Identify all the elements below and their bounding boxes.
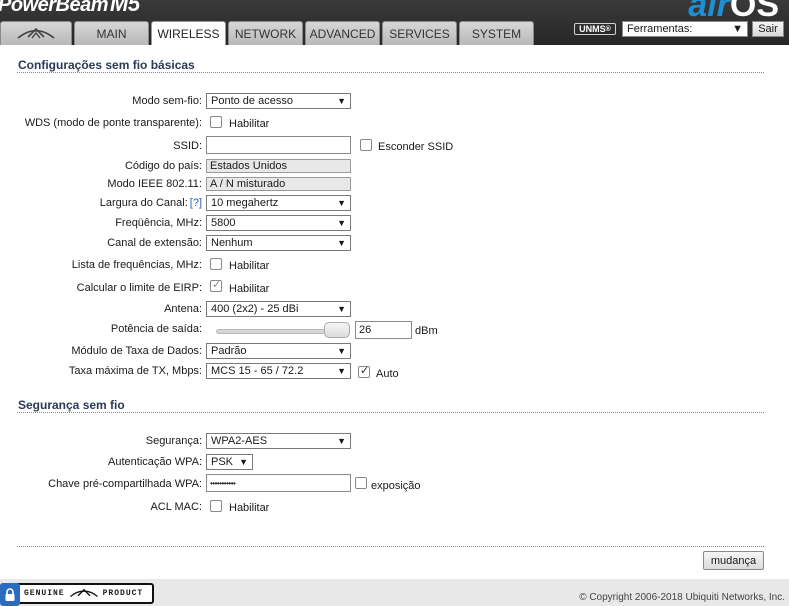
frequency-value: 5800 — [211, 217, 236, 229]
extension-channel-select[interactable]: Nenhum ▼ — [206, 235, 351, 251]
max-tx-rate-select[interactable]: MCS 15 - 65 / 72.2 ▼ — [206, 363, 351, 379]
channel-width-help-link[interactable]: [?] — [190, 197, 202, 209]
change-button[interactable]: mudança — [703, 551, 764, 570]
lock-icon — [0, 583, 20, 606]
copyright: © Copyright 2006-2018 Ubiquiti Networks,… — [579, 592, 785, 603]
logout-button[interactable]: Sair — [752, 21, 784, 37]
ssid-label: SSID: — [173, 140, 202, 152]
security-value: WPA2-AES — [211, 435, 268, 447]
section-divider — [17, 412, 764, 413]
antenna-value: 400 (2x2) - 25 dBi — [211, 303, 299, 315]
top-bar: PowerBeamM5 airOS MAIN WIRELESS NETWORK … — [0, 0, 789, 46]
max-tx-auto-checkbox[interactable] — [358, 364, 370, 378]
max-tx-auto-label: Auto — [376, 368, 399, 380]
product-brand: PowerBeamM5 — [0, 0, 140, 17]
chevron-down-icon: ▼ — [337, 304, 346, 314]
wireless-mode-select[interactable]: Ponto de acesso ▼ — [206, 93, 351, 109]
wpa-auth-select[interactable]: PSK ▼ — [206, 454, 253, 470]
actions-divider — [17, 546, 764, 547]
wpa-auth-value: PSK — [211, 456, 234, 468]
brand-name: PowerBeam — [0, 0, 109, 16]
psk-input[interactable]: ••••••••••• — [206, 474, 351, 492]
antenna-label: Antena: — [164, 303, 202, 315]
hide-ssid-label: Esconder SSID — [378, 141, 454, 153]
section-title-security: Segurança sem fio — [18, 398, 125, 412]
tab-network[interactable]: NETWORK — [228, 21, 303, 45]
wds-label: WDS (modo de ponte transparente): — [24, 117, 202, 129]
output-power-unit: dBm — [415, 325, 438, 337]
hide-ssid-checkbox[interactable] — [360, 139, 372, 151]
channel-width-label: Largura do Canal: [?] — [100, 197, 202, 209]
security-label: Segurança: — [145, 435, 202, 447]
wds-checkbox[interactable] — [210, 116, 222, 128]
chevron-down-icon: ▼ — [337, 198, 346, 208]
frequency-list-checkbox[interactable] — [210, 258, 222, 270]
data-rate-module-label: Módulo de Taxa de Dados: — [71, 345, 202, 357]
psk-show-label: exposição — [371, 480, 421, 492]
security-select[interactable]: WPA2-AES ▼ — [206, 433, 351, 449]
tab-wireless[interactable]: WIRELESS — [151, 21, 226, 46]
tab-advanced[interactable]: ADVANCED — [305, 21, 380, 45]
country-label: Código do país: — [124, 160, 202, 172]
tab-system[interactable]: SYSTEM — [459, 21, 534, 45]
mac-acl-checkbox-label: Habilitar — [229, 502, 270, 514]
output-power-slider-handle[interactable] — [324, 322, 350, 338]
genuine-product-badge: GENUINE PRODUCT — [0, 583, 154, 606]
chevron-down-icon: ▼ — [337, 96, 346, 106]
genuine-text: GENUINE — [24, 589, 65, 598]
wds-checkbox-label: Habilitar — [229, 118, 270, 130]
chevron-down-icon: ▼ — [337, 238, 346, 248]
output-power-label: Potência de saída: — [110, 323, 202, 335]
ubiquiti-logo-icon — [17, 27, 55, 39]
max-tx-rate-value: MCS 15 - 65 / 72.2 — [211, 365, 304, 377]
tab-services[interactable]: SERVICES — [382, 21, 457, 45]
mac-acl-label: ACL MAC: — [150, 501, 202, 513]
wpa-auth-label: Autenticação WPA: — [108, 456, 202, 468]
eirp-limit-checkbox[interactable] — [210, 278, 222, 292]
ubiquiti-logo-icon — [69, 589, 98, 598]
country-field: Estados Unidos — [206, 159, 351, 173]
brand-suffix: M5 — [110, 0, 140, 16]
chevron-down-icon: ▼ — [337, 436, 346, 446]
data-rate-module-select[interactable]: Padrão ▼ — [206, 343, 351, 359]
chevron-down-icon: ▼ — [337, 218, 346, 228]
chevron-down-icon: ▼ — [337, 366, 346, 376]
extension-channel-value: Nenhum — [211, 237, 253, 249]
ieee-mode-label: Modo IEEE 802.11: — [107, 178, 202, 190]
frequency-list-label: Lista de frequências, MHz: — [71, 259, 202, 271]
mac-acl-checkbox[interactable] — [210, 500, 222, 512]
unms-badge-label: UNMS — [579, 24, 606, 34]
eirp-limit-checkbox-label: Habilitar — [229, 283, 270, 295]
chevron-down-icon: ▼ — [732, 23, 743, 35]
product-text: PRODUCT — [102, 589, 144, 598]
section-divider — [17, 72, 764, 73]
frequency-label: Freqüência, MHz: — [115, 217, 202, 229]
output-power-input[interactable]: 26 — [355, 321, 412, 339]
tab-ubiquiti-logo[interactable] — [0, 21, 72, 45]
channel-width-value: 10 megahertz — [211, 197, 279, 209]
wireless-mode-label: Modo sem-fio: — [132, 95, 202, 107]
antenna-select[interactable]: 400 (2x2) - 25 dBi ▼ — [206, 301, 351, 317]
eirp-limit-label: Calcular o limite de EIRP: — [76, 282, 202, 294]
frequency-list-checkbox-label: Habilitar — [229, 260, 270, 272]
channel-width-label-text: Largura do Canal: — [99, 197, 188, 209]
wireless-mode-value: Ponto de acesso — [211, 95, 293, 107]
ieee-mode-field: A / N misturado — [206, 177, 351, 191]
tools-select-value: Ferramentas: — [627, 23, 693, 35]
psk-label: Chave pré-compartilhada WPA: — [48, 478, 202, 490]
max-tx-rate-label: Taxa máxima de TX, Mbps: — [68, 365, 202, 377]
data-rate-module-value: Padrão — [211, 345, 247, 357]
tools-select[interactable]: Ferramentas: ▼ — [622, 21, 748, 37]
channel-width-select[interactable]: 10 megahertz ▼ — [206, 195, 351, 211]
ssid-input[interactable] — [206, 136, 351, 154]
chevron-down-icon: ▼ — [239, 457, 248, 467]
tab-main[interactable]: MAIN — [74, 21, 149, 45]
psk-show-checkbox[interactable] — [355, 477, 367, 489]
extension-channel-label: Canal de extensão: — [107, 237, 202, 249]
section-title-basic: Configurações sem fio básicas — [18, 58, 195, 72]
chevron-down-icon: ▼ — [337, 346, 346, 356]
unms-badge[interactable]: UNMS ® — [574, 23, 616, 35]
frequency-select[interactable]: 5800 ▼ — [206, 215, 351, 231]
